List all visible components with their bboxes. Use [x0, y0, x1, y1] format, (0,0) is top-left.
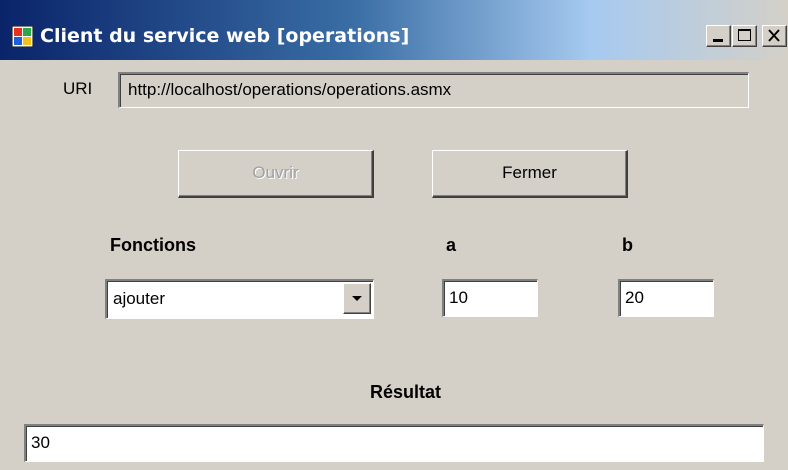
param-b-value: 20	[625, 288, 644, 307]
windows-app-icon	[12, 26, 33, 47]
param-a-label: a	[446, 235, 457, 255]
functions-label: Fonctions	[110, 235, 196, 255]
result-label: Résultat	[370, 382, 442, 402]
close-icon	[768, 29, 780, 42]
param-b-label: b	[622, 235, 633, 255]
param-a-input[interactable]: 10	[442, 279, 538, 317]
minimize-button[interactable]	[706, 25, 731, 47]
window-title: Client du service web [operations]	[40, 25, 410, 47]
close-connection-button[interactable]: Fermer	[432, 150, 628, 198]
result-field[interactable]: 30	[24, 424, 764, 462]
application-window: Client du service web [operations] URI h…	[0, 0, 788, 470]
maximize-icon	[738, 29, 751, 41]
functions-selected-value: ajouter	[113, 289, 165, 308]
result-value: 30	[31, 433, 50, 452]
uri-label: URI	[63, 79, 93, 98]
close-button[interactable]	[762, 25, 787, 47]
uri-field[interactable]: http://localhost/operations/operations.a…	[118, 72, 749, 108]
minimize-icon	[713, 39, 723, 42]
title-bar[interactable]: Client du service web [operations]	[0, 0, 788, 60]
open-button[interactable]: Ouvrir	[178, 150, 374, 198]
chevron-down-icon	[352, 296, 362, 301]
param-b-input[interactable]: 20	[618, 279, 714, 317]
maximize-button[interactable]	[732, 25, 757, 47]
dropdown-button[interactable]	[343, 283, 371, 314]
functions-dropdown[interactable]: ajouter	[105, 279, 374, 319]
param-a-value: 10	[449, 288, 468, 307]
